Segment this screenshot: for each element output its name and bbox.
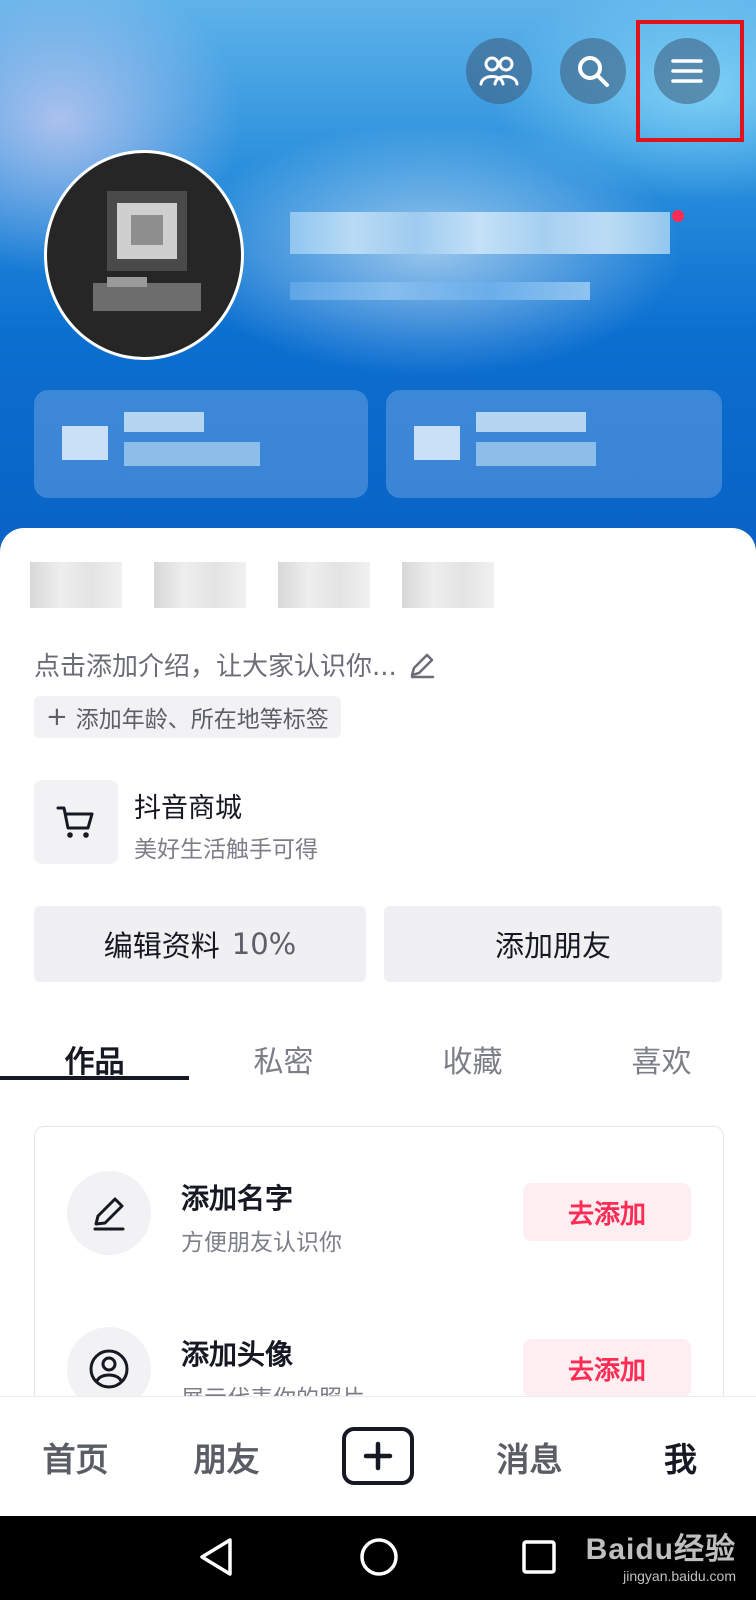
content-tabs: 作品 私密 收藏 喜欢 <box>0 1018 756 1100</box>
task-title: 添加名字 <box>181 1182 294 1215</box>
system-navigation-bar: Baidu经验 jingyan.baidu.com <box>0 1516 756 1600</box>
watermark-logo: Baidu经验 <box>585 1533 736 1566</box>
active-tab-indicator <box>0 1076 189 1080</box>
count-chip-blurred[interactable] <box>278 562 370 608</box>
stat-card-right[interactable] <box>386 390 722 498</box>
annotation-highlight-box <box>636 20 744 142</box>
count-chip-blurred[interactable] <box>402 562 494 608</box>
profile-tasks-card: 添加名字 方便朋友认识你 去添加 添加头像 展示代表你的照片 去添加 <box>34 1126 724 1398</box>
bio-prompt[interactable]: 点击添加介绍，让大家认识你... <box>34 646 437 683</box>
search-icon <box>578 56 609 87</box>
tab-favorites[interactable]: 收藏 <box>378 1018 567 1100</box>
nav-me[interactable]: 我 <box>605 1397 756 1517</box>
nav-home[interactable]: 首页 <box>0 1397 151 1517</box>
add-friends-label: 添加朋友 <box>494 929 611 963</box>
count-chip-blurred[interactable] <box>30 562 122 608</box>
nav-friends[interactable]: 朋友 <box>151 1397 302 1517</box>
task-icon-wrap <box>67 1171 151 1255</box>
create-post-button[interactable] <box>342 1427 414 1485</box>
bio-placeholder-text: 点击添加介绍，让大家认识你... <box>34 652 397 682</box>
edit-profile-button[interactable]: 编辑资料 10% <box>34 906 366 982</box>
add-avatar-button[interactable]: 去添加 <box>523 1339 691 1397</box>
plus-icon: + <box>46 702 68 732</box>
home-circle-icon[interactable] <box>358 1536 400 1578</box>
shop-title[interactable]: 抖音商城 <box>134 786 242 825</box>
shop-subtitle: 美好生活触手可得 <box>134 837 318 863</box>
stat-card-left[interactable] <box>34 390 368 498</box>
pencil-icon <box>93 1197 125 1231</box>
count-chip-blurred[interactable] <box>154 562 246 608</box>
back-triangle-icon[interactable] <box>196 1536 236 1578</box>
avatar[interactable] <box>44 150 244 360</box>
bottom-navigation: 首页 朋友 消息 我 <box>0 1396 756 1516</box>
task-title: 添加头像 <box>181 1338 294 1371</box>
plus-icon <box>363 1441 393 1471</box>
profile-header <box>0 0 756 560</box>
cart-icon <box>56 806 94 838</box>
search-button[interactable] <box>560 38 626 104</box>
add-friends-button[interactable]: 添加朋友 <box>384 906 722 982</box>
tab-works[interactable]: 作品 <box>0 1018 189 1100</box>
task-icon-wrap <box>67 1327 151 1398</box>
nav-messages[interactable]: 消息 <box>454 1397 605 1517</box>
recents-square-icon[interactable] <box>520 1538 558 1576</box>
profile-content-sheet: 点击添加介绍，让大家认识你... + 添加年龄、所在地等标签 抖音商城 美好生活… <box>0 528 756 1398</box>
tab-likes[interactable]: 喜欢 <box>567 1018 756 1100</box>
add-tags-label: 添加年龄、所在地等标签 <box>75 707 329 733</box>
edit-pencil-icon <box>410 653 435 678</box>
friends-button[interactable] <box>466 38 532 104</box>
notification-dot <box>672 210 684 222</box>
edit-profile-label: 编辑资料 <box>103 929 220 963</box>
user-circle-icon <box>89 1349 129 1389</box>
watermark-url: jingyan.baidu.com <box>623 1568 736 1584</box>
profile-completion-percent: 10% <box>231 927 297 961</box>
tab-private[interactable]: 私密 <box>189 1018 378 1100</box>
task-subtitle: 方便朋友认识你 <box>181 1230 342 1256</box>
baidu-jingyan-watermark: Baidu经验 jingyan.baidu.com <box>586 1524 736 1584</box>
shop-entry[interactable] <box>34 780 118 864</box>
add-tags-button[interactable]: + 添加年龄、所在地等标签 <box>34 696 341 738</box>
add-name-button[interactable]: 去添加 <box>523 1183 691 1241</box>
people-icon <box>479 56 519 86</box>
